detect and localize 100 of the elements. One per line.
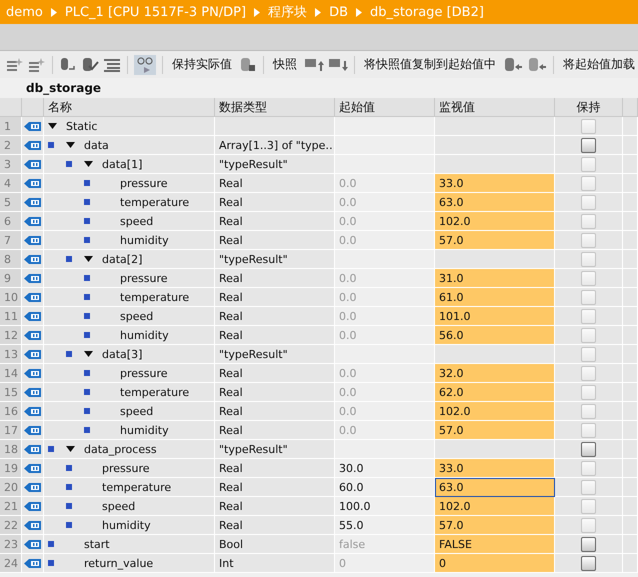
snapshot-button[interactable]: 快照	[270, 56, 300, 73]
type-cell: "typeResult"	[215, 250, 335, 269]
chevron-icon	[356, 8, 362, 16]
row-number: 24	[0, 554, 22, 573]
glasses-icon[interactable]	[134, 54, 156, 74]
row-number: 21	[0, 497, 22, 516]
monitor-value-cell: 63.0	[435, 193, 555, 212]
type-cell: Real	[215, 497, 335, 516]
column-header[interactable]: 数据类型	[215, 98, 335, 117]
monitor-value-cell: 33.0	[435, 459, 555, 478]
column-header[interactable]: 起始值	[335, 98, 435, 117]
variable-name: humidity	[102, 518, 151, 532]
start-value-cell: 0.0	[335, 326, 435, 345]
retain-checkbox[interactable]	[581, 536, 596, 552]
variable-name: start	[84, 538, 110, 550]
start-value-cell: 0.0	[335, 307, 435, 326]
database-lock-icon[interactable]	[239, 56, 257, 72]
member-icon	[84, 294, 90, 300]
type-cell: Real	[215, 269, 335, 288]
variable-name: data	[84, 138, 109, 152]
start-value-cell: 0.0	[335, 421, 435, 440]
row-number: 4	[0, 174, 22, 193]
start-value-cell: 0.0	[335, 269, 435, 288]
variable-name: pressure	[120, 366, 168, 380]
header-cell	[0, 98, 22, 117]
start-value-cell: 0.0	[335, 288, 435, 307]
monitor-value-cell: FALSE	[435, 535, 555, 554]
member-icon	[48, 541, 54, 547]
database-arrow-icon[interactable]	[527, 56, 547, 72]
insert-row-icon[interactable]	[6, 56, 24, 72]
expand-toggle[interactable]	[84, 256, 93, 262]
expand-toggle[interactable]	[84, 351, 93, 357]
row-number: 9	[0, 269, 22, 288]
type-cell: Real	[215, 212, 335, 231]
load-start-values-button[interactable]: 将起始值加载	[560, 56, 638, 73]
member-icon	[84, 199, 90, 205]
column-header[interactable]: 名称	[44, 98, 215, 117]
start-value-cell: 0.0	[335, 364, 435, 383]
monitor-value-cell: 32.0	[435, 364, 555, 383]
monitor-value-cell: 57.0	[435, 421, 555, 440]
expand-toggle[interactable]	[66, 446, 75, 452]
type-cell: Real	[215, 326, 335, 345]
variable-name: data[3]	[102, 348, 142, 360]
variable-name: temperature	[120, 386, 190, 398]
start-value-cell: 0.0	[335, 193, 435, 212]
row-number: 17	[0, 421, 22, 440]
keep-actual-values-button[interactable]: 保持实际值	[169, 56, 235, 73]
retain-checkbox[interactable]	[581, 442, 596, 456]
list-icon[interactable]	[103, 56, 121, 72]
variable-name: temperature	[120, 196, 190, 208]
member-icon	[84, 237, 90, 243]
column-header[interactable]: 监视值	[435, 98, 555, 117]
variable-name: speed	[120, 310, 154, 322]
member-icon	[84, 408, 90, 414]
type-cell: Array[1..3] of "type…	[215, 136, 335, 155]
copy-snapshot-button[interactable]: 将快照值复制到起始值中	[361, 56, 499, 73]
type-cell: Real	[215, 402, 335, 421]
expand-toggle[interactable]	[66, 142, 75, 148]
add-row-icon[interactable]	[28, 56, 46, 72]
monitor-value-cell: 0	[435, 554, 555, 573]
row-number: 13	[0, 345, 22, 364]
start-value-cell: 55.0	[335, 516, 435, 535]
database-check-icon[interactable]	[81, 56, 99, 72]
expand-toggle[interactable]	[48, 123, 57, 129]
variable-name: data[2]	[102, 252, 142, 266]
row-number: 6	[0, 212, 22, 231]
variable-name: temperature	[120, 290, 190, 304]
camera-down-icon[interactable]	[328, 56, 348, 72]
row-number: 8	[0, 250, 22, 269]
type-cell: Real	[215, 383, 335, 402]
member-icon	[66, 161, 72, 167]
type-cell: Real	[215, 459, 335, 478]
member-icon	[84, 180, 90, 186]
type-cell: Real	[215, 288, 335, 307]
start-value-cell: 60.0	[335, 478, 435, 497]
type-cell: Int	[215, 554, 335, 573]
reset-icon[interactable]	[59, 56, 77, 72]
row-number: 3	[0, 155, 22, 174]
variable-name: data_process	[84, 442, 157, 456]
monitor-value-cell: 31.0	[435, 269, 555, 288]
variable-name: humidity	[120, 234, 169, 246]
chevron-icon	[50, 8, 57, 16]
monitor-value-cell: 102.0	[435, 402, 555, 421]
retain-checkbox[interactable]	[581, 556, 596, 570]
row-number: 18	[0, 440, 22, 459]
type-cell: Real	[215, 231, 335, 250]
row-number: 14	[0, 364, 22, 383]
column-header[interactable]: 保持	[555, 98, 623, 117]
expand-toggle[interactable]	[84, 161, 93, 167]
variable-name: pressure	[120, 176, 168, 190]
camera-up-icon[interactable]	[304, 56, 324, 72]
database-arrow-icon[interactable]	[503, 56, 523, 72]
monitor-value-cell: 57.0	[435, 231, 555, 250]
member-icon	[84, 427, 90, 433]
monitor-value-cell: 62.0	[435, 383, 555, 402]
variable-name: return_value	[84, 556, 154, 570]
retain-checkbox[interactable]	[581, 138, 596, 152]
row-number: 1	[0, 117, 22, 136]
variable-name: speed	[120, 404, 154, 418]
row-number: 19	[0, 459, 22, 478]
